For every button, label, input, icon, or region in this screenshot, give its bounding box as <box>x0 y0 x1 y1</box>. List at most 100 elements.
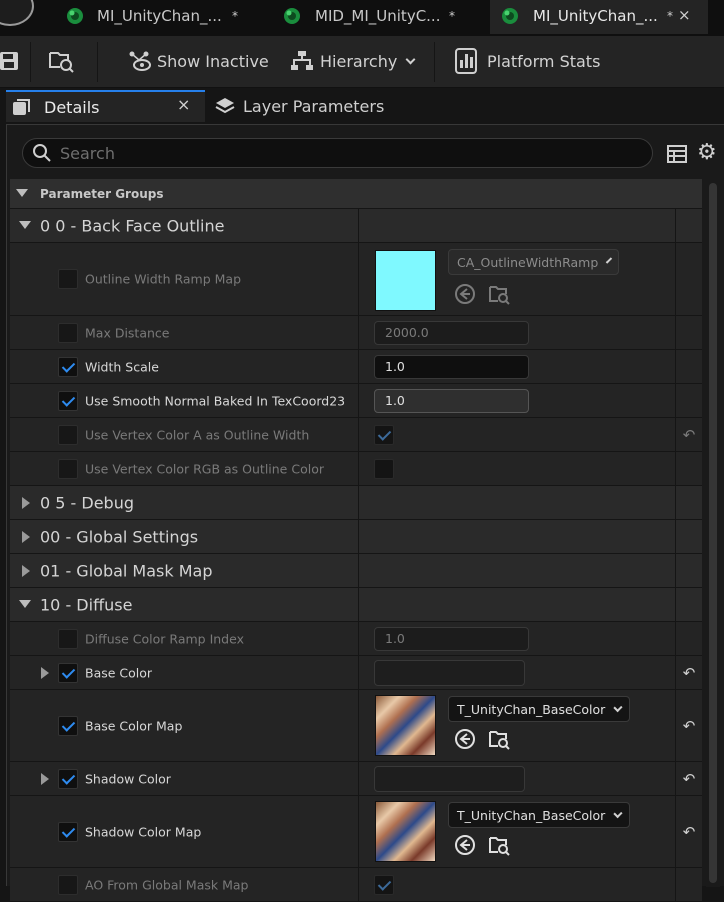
chevron-down-icon <box>606 256 613 264</box>
show-inactive-button[interactable]: Show Inactive <box>126 36 274 86</box>
ramp-index-input[interactable]: 1.0 <box>374 626 529 651</box>
override-checkbox[interactable] <box>58 874 78 895</box>
param-diffuse-ramp-index: Diffuse Color Ramp Index 1.0 <box>10 622 702 656</box>
base-color-picker[interactable] <box>374 659 525 686</box>
tab-material-instance-active[interactable]: MI_UnityChan_... * × <box>490 0 708 34</box>
smooth-normal-input[interactable]: 1.0 <box>374 388 529 413</box>
param-vertex-color-a: Use Vertex Color A as Outline Width ↶ <box>10 418 702 452</box>
folder-search-icon <box>49 52 74 73</box>
parameter-groups-header[interactable]: Parameter Groups <box>10 179 702 209</box>
param-label: Use Vertex Color A as Outline Width <box>85 427 310 442</box>
param-width-scale: Width Scale 1.0 <box>10 350 702 384</box>
override-checkbox[interactable] <box>58 715 78 736</box>
chevron-down-icon <box>613 808 623 818</box>
use-selected-asset-icon[interactable] <box>454 728 476 750</box>
param-smooth-normal: Use Smooth Normal Baked In TexCoord23 1.… <box>10 384 702 418</box>
reset-to-default-icon[interactable]: ↶ <box>675 418 702 451</box>
collapse-arrow-icon[interactable] <box>19 599 31 608</box>
tab-modified-marker: * <box>449 9 455 23</box>
override-checkbox[interactable] <box>58 356 78 377</box>
toolbar-separator <box>30 42 31 82</box>
value-checkbox[interactable] <box>374 874 394 895</box>
use-selected-asset-icon[interactable] <box>454 834 476 856</box>
browse-asset-icon[interactable] <box>488 834 510 856</box>
platform-stats-label: Platform Stats <box>487 51 601 71</box>
unreal-logo-icon[interactable] <box>0 0 34 26</box>
max-distance-input[interactable]: 2000.0 <box>374 320 529 345</box>
override-checkbox[interactable] <box>58 269 78 289</box>
tab-close-button[interactable]: × <box>678 6 691 24</box>
override-checkbox[interactable] <box>58 628 78 649</box>
details-panel: ⚙ Parameter Groups 0 0 - Back Face Outli… <box>6 124 724 902</box>
category-global-settings[interactable]: 00 - Global Settings <box>10 520 702 554</box>
table-view-icon[interactable] <box>667 144 687 168</box>
expand-arrow-icon[interactable] <box>22 530 30 543</box>
scrollbar-thumb[interactable] <box>709 183 717 883</box>
close-icon[interactable]: × <box>177 95 190 114</box>
tab-layer-parameters[interactable]: Layer Parameters <box>215 90 395 122</box>
toolbar-separator <box>434 42 435 82</box>
value-checkbox[interactable] <box>374 458 394 479</box>
tab-label: MI_UnityChan_... <box>533 7 658 25</box>
reset-to-default-icon[interactable]: ↶ <box>675 796 702 867</box>
shadow-color-picker[interactable] <box>374 765 525 792</box>
expand-arrow-icon[interactable] <box>22 496 30 509</box>
use-selected-asset-icon[interactable] <box>454 283 476 305</box>
override-checkbox[interactable] <box>58 768 78 789</box>
settings-gear-icon[interactable]: ⚙ <box>697 142 717 164</box>
expand-arrow-icon[interactable] <box>22 564 30 577</box>
collapse-arrow-icon[interactable] <box>19 220 31 229</box>
tab-modified-marker: * <box>667 9 673 23</box>
param-vertex-color-rgb: Use Vertex Color RGB as Outline Color <box>10 452 702 486</box>
param-label: Base Color <box>85 665 153 680</box>
collapse-arrow-icon[interactable] <box>16 188 28 197</box>
reset-to-default-icon[interactable]: ↶ <box>675 690 702 761</box>
param-label: Use Smooth Normal Baked In TexCoord23 <box>85 393 346 408</box>
browse-asset-icon[interactable] <box>488 283 510 305</box>
param-shadow-color: Shadow Color ↶ <box>10 762 702 796</box>
hierarchy-dropdown[interactable]: Hierarchy <box>290 36 420 86</box>
tab-material-instance-dynamic[interactable]: MID_MI_UnityC... * <box>272 0 477 34</box>
expand-arrow-icon[interactable] <box>41 772 49 785</box>
tab-material-instance-1[interactable]: MI_UnityChan_... * <box>55 0 260 34</box>
material-instance-icon <box>282 6 312 30</box>
category-title: 01 - Global Mask Map <box>40 561 213 580</box>
document-tab-bar: MI_UnityChan_... * MID_MI_UnityC... * MI… <box>0 0 724 36</box>
browse-to-asset-button[interactable] <box>48 36 78 86</box>
reset-to-default-icon[interactable]: ↶ <box>675 656 702 689</box>
tab-details[interactable]: Details × <box>6 90 205 122</box>
texture-thumbnail[interactable] <box>375 695 436 756</box>
override-checkbox[interactable] <box>58 322 78 343</box>
asset-picker-dropdown[interactable]: CA_OutlineWidthRamp <box>448 249 619 275</box>
category-global-mask-map[interactable]: 01 - Global Mask Map <box>10 554 702 588</box>
search-icon <box>33 144 51 162</box>
override-checkbox[interactable] <box>58 424 78 445</box>
param-label: Shadow Color Map <box>85 824 202 839</box>
search-input[interactable] <box>60 143 640 163</box>
category-debug[interactable]: 0 5 - Debug <box>10 486 702 520</box>
search-box[interactable] <box>22 138 653 168</box>
width-scale-input[interactable]: 1.0 <box>374 354 529 379</box>
param-base-color: Base Color ↶ <box>10 656 702 690</box>
expand-arrow-icon[interactable] <box>41 666 49 679</box>
toolbar-separator <box>97 42 98 82</box>
param-shadow-color-map: Shadow Color Map T_UnityChan_BaseColor ↶ <box>10 796 702 868</box>
value-checkbox[interactable] <box>374 424 394 445</box>
category-diffuse[interactable]: 10 - Diffuse <box>10 588 702 622</box>
category-title: 0 5 - Debug <box>40 493 135 512</box>
browse-asset-icon[interactable] <box>488 728 510 750</box>
vertical-scrollbar[interactable] <box>706 179 720 887</box>
asset-picker-dropdown[interactable]: T_UnityChan_BaseColor <box>448 696 630 722</box>
platform-stats-button[interactable]: Platform Stats <box>455 36 615 86</box>
param-ao-global-mask: AO From Global Mask Map <box>10 868 702 902</box>
color-swatch-thumbnail[interactable] <box>375 250 436 311</box>
override-checkbox[interactable] <box>58 390 78 411</box>
category-back-face-outline[interactable]: 0 0 - Back Face Outline <box>10 209 702 243</box>
override-checkbox[interactable] <box>58 458 78 479</box>
override-checkbox[interactable] <box>58 821 78 842</box>
override-checkbox[interactable] <box>58 662 78 683</box>
reset-to-default-icon[interactable]: ↶ <box>675 762 702 795</box>
asset-picker-dropdown[interactable]: T_UnityChan_BaseColor <box>448 802 630 828</box>
texture-thumbnail[interactable] <box>375 801 436 862</box>
save-button[interactable] <box>0 36 30 86</box>
